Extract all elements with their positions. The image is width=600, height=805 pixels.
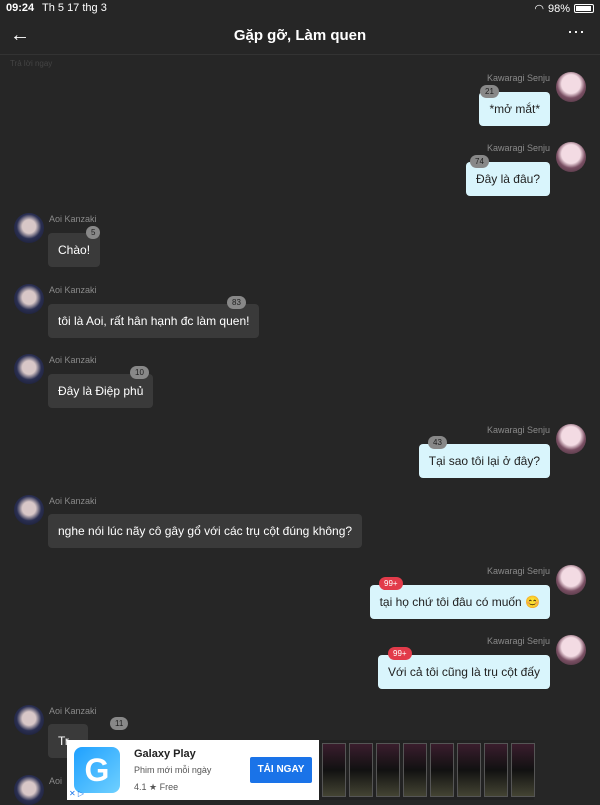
message-bubble[interactable]: nghe nói lúc nãy cô gây gổ với các trụ c… [48, 514, 363, 548]
sender-name: Kawaragi Senju [486, 636, 550, 646]
message-bubble[interactable]: tại họ chứ tôi đâu có muốn 😊 [369, 585, 550, 619]
avatar[interactable] [556, 565, 586, 595]
chat-header: ← Gặp gỡ, Làm quen ⋯ [0, 18, 600, 55]
sender-name: Aoi Kanzaki [49, 355, 97, 365]
ad-screenshot [511, 743, 535, 797]
galaxy-play-logo: G [74, 747, 120, 793]
message-bubble[interactable]: Đây là Điệp phủ [48, 374, 154, 408]
more-options-icon[interactable]: ⋯ [567, 22, 586, 43]
ad-screenshot [457, 743, 481, 797]
status-date: Th 5 17 thg 3 [42, 2, 107, 14]
battery-text: 98% [547, 2, 570, 15]
avatar[interactable] [556, 635, 586, 665]
avatar[interactable] [14, 284, 44, 314]
avatar[interactable] [556, 424, 586, 454]
sender-name: Aoi Kanzaki [49, 214, 97, 224]
ad-screenshot [484, 743, 508, 797]
battery-icon [574, 4, 594, 13]
ad-tagline: Phim mới mỗi ngày [134, 765, 212, 775]
sender-name: Kawaragi Senju [486, 566, 550, 576]
like-badge: 21 [480, 85, 499, 98]
wifi-icon: ◠ [534, 3, 544, 15]
page-title: Gặp gỡ, Làm quen [233, 27, 367, 44]
ad-banner[interactable]: G Galaxy Play Phim mới mỗi ngày 4.1 ★ Fr… [67, 740, 535, 800]
avatar[interactable] [14, 213, 44, 243]
like-badge: 83 [227, 296, 246, 309]
avatar[interactable] [556, 142, 586, 172]
like-badge: 99+ [379, 577, 403, 590]
message-bubble[interactable]: tôi là Aoi, rất hân hạnh đc làm quen! [48, 304, 260, 338]
avatar[interactable] [556, 72, 586, 102]
like-badge: 11 [110, 717, 129, 730]
adchoices-icon[interactable]: ✕ ▷ [69, 789, 84, 798]
sender-name: Aoi Kanzaki [49, 285, 97, 295]
avatar[interactable] [14, 495, 44, 525]
ad-screenshots [319, 740, 535, 800]
avatar[interactable] [14, 354, 44, 384]
sender-name: Aoi [49, 776, 63, 786]
sender-name: Kawaragi Senju [486, 73, 550, 83]
status-time: 09:24 [6, 2, 35, 14]
ad-rating: 4.1 ★ Free [134, 782, 179, 792]
message-bubble[interactable]: Với cả tôi cũng là trụ cột đấy [378, 655, 550, 689]
like-badge: 74 [470, 155, 489, 168]
like-badge: 99+ [388, 647, 412, 660]
ad-app-name: Galaxy Play [134, 748, 196, 760]
faint-label: Trả lời ngay [10, 59, 53, 68]
ad-screenshot [349, 743, 373, 797]
ad-install-button[interactable]: TẢI NGAY [250, 757, 312, 783]
avatar[interactable] [14, 705, 44, 735]
sender-name: Kawaragi Senju [486, 143, 550, 153]
like-badge: 43 [428, 436, 447, 449]
ad-screenshot [430, 743, 454, 797]
like-badge: 10 [130, 366, 149, 379]
status-bar: 09:24 Th 5 17 thg 3 ◠ 98% [0, 0, 600, 16]
message-bubble[interactable]: Tại sao tôi lại ở đây? [418, 444, 550, 478]
sender-name: Aoi Kanzaki [49, 496, 97, 506]
sender-name: Kawaragi Senju [486, 425, 550, 435]
ad-screenshot [403, 743, 427, 797]
avatar[interactable] [14, 775, 44, 805]
sender-name: Aoi Kanzaki [49, 706, 97, 716]
ad-screenshot [376, 743, 400, 797]
status-right: ◠ 98% [534, 2, 594, 15]
ad-screenshot [322, 743, 346, 797]
